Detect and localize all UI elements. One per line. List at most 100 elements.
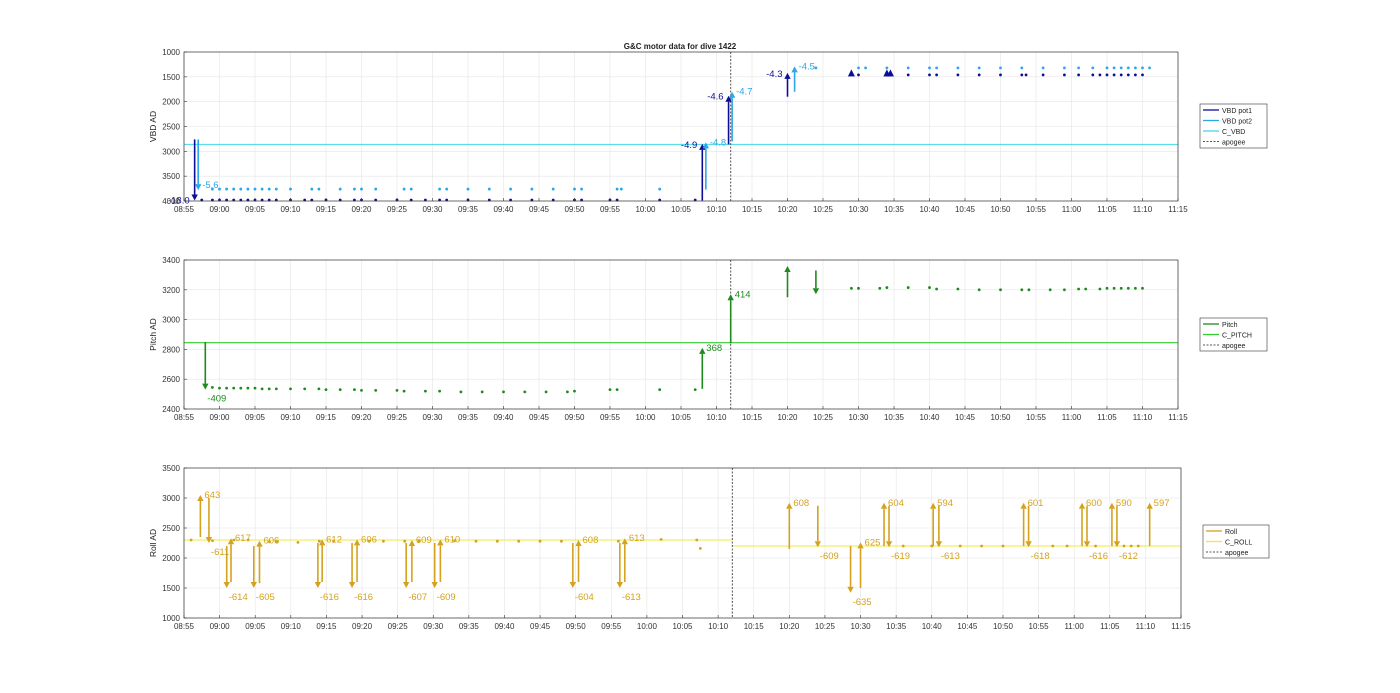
move-label: -607 (408, 592, 427, 603)
data-point (232, 187, 236, 191)
move-label: 414 (735, 289, 751, 300)
move-label: -616 (1089, 551, 1108, 562)
x-tick-label: 09:40 (493, 413, 514, 422)
data-point (1091, 66, 1095, 70)
move-label: -613 (941, 551, 960, 562)
x-tick-label: 10:45 (955, 413, 976, 422)
data-point (608, 388, 612, 392)
data-point (999, 288, 1002, 292)
x-tick-label: 09:50 (564, 413, 585, 422)
data-point (495, 539, 499, 543)
y-tick-label: 3000 (162, 316, 180, 325)
data-point (480, 390, 484, 394)
vbd-panel: -18.0-5.6-4.9 -4.8-4.6 -4.7-4.3-4.508:55 09… (148, 48, 1268, 214)
move-label: -4.3 (766, 69, 782, 80)
data-point (1112, 73, 1116, 77)
move-label: -609 (820, 551, 839, 562)
x-tick-label: 10:10 (706, 413, 727, 422)
move-label: -635 (853, 597, 872, 608)
data-point (1119, 66, 1123, 70)
data-point (573, 389, 576, 393)
y-tick-label: 1500 (162, 584, 180, 593)
move-label: -614 (229, 592, 248, 603)
data-point (225, 386, 229, 390)
legend-entry-label: C_ROLL (1225, 539, 1252, 546)
data-point (317, 539, 321, 543)
data-point (999, 73, 1002, 77)
move-label: 606 (263, 536, 279, 547)
y-tick-label: 2000 (162, 98, 180, 107)
data-point (1148, 66, 1151, 70)
data-point (560, 539, 563, 543)
x-tick-label: 11:10 (1133, 205, 1153, 214)
data-point (267, 387, 271, 391)
x-tick-label: 10:50 (990, 205, 1011, 214)
x-tick-label: 10:40 (919, 413, 940, 422)
x-tick-label: 09:10 (280, 205, 301, 214)
y-tick-label: 2800 (162, 345, 180, 354)
x-tick-label: 11:15 (1168, 413, 1188, 422)
data-point (1084, 287, 1088, 291)
x-tick-label: 09:45 (530, 622, 551, 631)
data-point (906, 66, 910, 70)
x-tick-label: 08:55 (174, 413, 195, 422)
x-tick-label: 11:00 (1062, 413, 1082, 422)
data-point (1141, 66, 1144, 70)
data-point (619, 187, 623, 191)
x-tick-label: 09:10 (281, 622, 302, 631)
x-tick-label: 08:55 (174, 622, 195, 631)
data-point (1063, 73, 1066, 77)
data-point (1105, 73, 1109, 77)
x-tick-label: 11:10 (1136, 622, 1156, 631)
data-point (1063, 66, 1066, 70)
x-tick-label: 09:20 (352, 622, 373, 631)
data-point (617, 539, 620, 543)
y-tick-label: 2500 (162, 123, 180, 132)
x-tick-label: 10:00 (635, 205, 656, 214)
x-tick-label: 09:30 (423, 622, 444, 631)
x-tick-label: 09:00 (209, 413, 230, 422)
legend: Roll C_ROLLapogee (1202, 524, 1270, 559)
data-point (459, 390, 463, 394)
data-point (977, 288, 981, 292)
data-point (958, 544, 962, 548)
data-point (211, 385, 214, 389)
x-tick-label: 09:35 (458, 205, 479, 214)
move-label: 610 (444, 534, 460, 545)
data-point (1105, 66, 1109, 70)
data-point (1119, 286, 1123, 290)
data-point (1020, 66, 1024, 70)
x-tick-label: 08:55 (174, 205, 195, 214)
x-tick-label: 10:35 (886, 622, 907, 631)
y-tick-label: 3500 (162, 464, 180, 473)
y-tick-label: 3500 (162, 172, 180, 181)
data-point (1141, 286, 1144, 290)
data-point (1024, 73, 1028, 77)
data-point (1112, 66, 1116, 70)
data-point (1126, 73, 1130, 77)
move-label: -612 (1119, 551, 1138, 562)
data-point (1041, 66, 1045, 70)
y-tick-label: 3200 (162, 286, 180, 295)
x-tick-label: 10:25 (815, 622, 836, 631)
move-label: 600 (1086, 498, 1102, 509)
data-point (260, 187, 264, 191)
move-label: -4.8 (710, 137, 726, 148)
data-point (857, 66, 860, 70)
move-label: 612 (326, 534, 342, 545)
move-label: -4.7 (736, 87, 752, 98)
data-point (502, 390, 505, 394)
move-label: -618 (1031, 551, 1050, 562)
legend-entry-label: C_PITCH (1222, 332, 1252, 339)
y-tick-label: 4000 (162, 197, 180, 206)
move-label: 608 (793, 498, 809, 509)
data-point (360, 388, 363, 392)
x-tick-label: 11:05 (1097, 205, 1117, 214)
data-point (885, 286, 889, 289)
data-point (239, 386, 243, 390)
x-tick-label: 09:15 (316, 205, 337, 214)
data-point (659, 538, 663, 541)
x-tick-label: 11:00 (1064, 622, 1084, 631)
move-label: -613 (622, 592, 641, 603)
legend-entry-label: VBD pot1 (1222, 108, 1252, 115)
